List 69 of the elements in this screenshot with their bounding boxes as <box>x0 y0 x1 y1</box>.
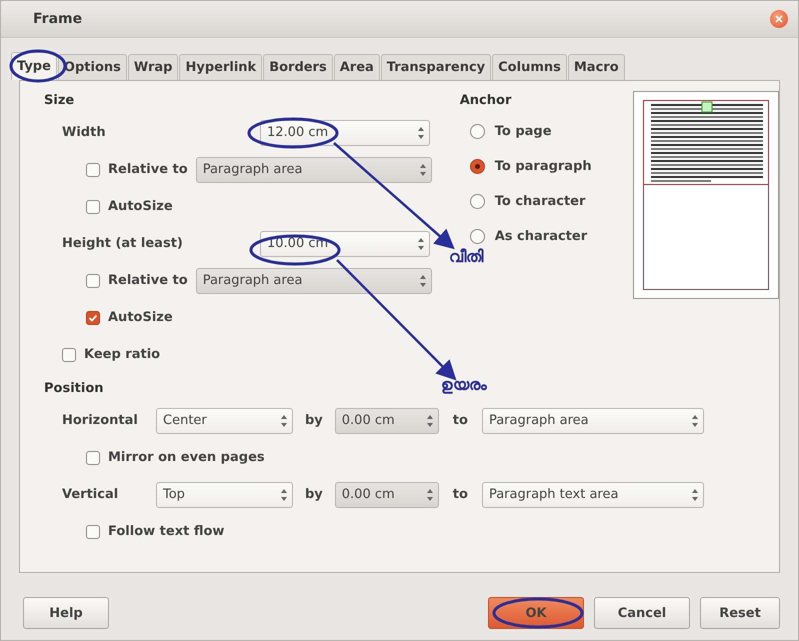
checkbox-label: AutoSize <box>108 199 173 214</box>
section-heading: Size <box>44 93 74 108</box>
spinner-icon[interactable] <box>417 236 425 250</box>
window-title: Frame <box>33 11 82 27</box>
spinner-icon[interactable] <box>690 488 699 502</box>
checkbox[interactable] <box>86 450 100 464</box>
tab[interactable]: Hyperlink <box>179 54 262 80</box>
section-heading: Anchor <box>460 93 512 108</box>
dropdown[interactable]: Top <box>156 482 293 508</box>
spinner-icon[interactable] <box>418 162 427 176</box>
spin-field[interactable]: 0.00 cm <box>334 408 439 434</box>
field-label: Vertical <box>62 487 120 502</box>
spinner-icon[interactable] <box>417 126 425 140</box>
checkbox-label: Keep ratio <box>84 347 160 362</box>
checkbox-label: Relative to <box>108 273 188 288</box>
checkbox[interactable] <box>86 274 100 288</box>
spinner-icon[interactable] <box>418 274 427 288</box>
dropdown[interactable]: Center <box>156 408 293 434</box>
spin-field[interactable]: 12.00 cm <box>260 120 430 146</box>
tab[interactable]: Options <box>58 54 127 80</box>
field-label: Height (at least) <box>62 236 184 251</box>
spinner-icon[interactable] <box>426 414 434 428</box>
radio-button[interactable] <box>470 194 485 209</box>
checkbox-label: Relative to <box>108 162 188 177</box>
checkbox-label: Follow text flow <box>108 524 224 539</box>
field-label: to <box>452 413 468 428</box>
checkbox[interactable] <box>86 310 100 324</box>
checkbox[interactable] <box>62 348 76 362</box>
close-button[interactable] <box>770 10 788 28</box>
checkbox[interactable] <box>86 162 100 176</box>
checkbox-label: Mirror on even pages <box>108 450 265 465</box>
close-icon <box>775 15 783 23</box>
dialog-button[interactable]: Reset <box>700 597 780 629</box>
dropdown[interactable]: Paragraph area <box>482 408 704 434</box>
tab[interactable]: Macro <box>568 54 625 80</box>
field-label: by <box>305 413 323 428</box>
dropdown[interactable]: Paragraph text area <box>482 482 704 508</box>
dropdown[interactable]: Paragraph area <box>196 268 432 294</box>
dialog-button[interactable]: Cancel <box>594 597 690 629</box>
checkbox[interactable] <box>86 524 100 538</box>
dropdown[interactable]: Paragraph area <box>196 156 432 182</box>
field-label: to <box>452 487 468 502</box>
radio-button[interactable] <box>470 159 485 174</box>
spinner-icon[interactable] <box>280 414 288 428</box>
radio-label: To character <box>494 194 586 209</box>
spin-field[interactable]: 0.00 cm <box>334 482 439 508</box>
radio-button[interactable] <box>470 229 485 244</box>
checkbox-label: AutoSize <box>108 310 173 325</box>
radio-label: To page <box>494 124 552 139</box>
tab[interactable]: Transparency <box>380 54 492 80</box>
section-heading: Position <box>44 381 104 396</box>
tab[interactable]: Wrap <box>128 54 178 80</box>
highlight-ellipse <box>10 50 66 82</box>
field-label: Horizontal <box>62 413 139 428</box>
tab[interactable]: Area <box>334 54 380 80</box>
field-label: by <box>305 487 323 502</box>
field-label: Width <box>62 125 107 140</box>
tab[interactable]: Columns <box>492 54 567 80</box>
spinner-icon[interactable] <box>280 488 288 502</box>
spinner-icon[interactable] <box>426 488 434 502</box>
radio-label: To paragraph <box>494 159 592 174</box>
checkbox[interactable] <box>86 200 100 214</box>
radio-button[interactable] <box>470 124 485 139</box>
annotation-label: ഉയരം <box>441 375 487 394</box>
annotation-label: വീതി <box>449 247 483 266</box>
tab[interactable]: Borders <box>263 54 333 80</box>
radio-label: As character <box>494 229 588 244</box>
spinner-icon[interactable] <box>690 414 699 428</box>
dialog-button[interactable]: Help <box>23 597 109 629</box>
